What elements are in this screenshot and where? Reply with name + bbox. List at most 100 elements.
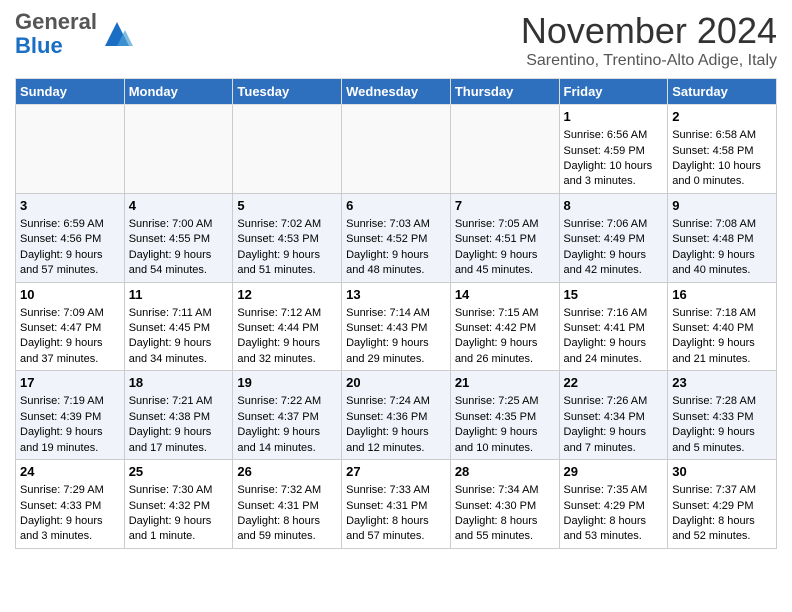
- day-info: Daylight: 9 hours and 32 minutes.: [237, 336, 337, 367]
- day-info: Daylight: 9 hours and 34 minutes.: [129, 336, 229, 367]
- day-info: Sunrise: 7:19 AM: [20, 394, 120, 409]
- day-number: 2: [672, 108, 772, 126]
- day-info: Sunset: 4:56 PM: [20, 232, 120, 247]
- day-info: Daylight: 9 hours and 51 minutes.: [237, 248, 337, 279]
- day-info: Sunset: 4:51 PM: [455, 232, 555, 247]
- week-row: 10Sunrise: 7:09 AMSunset: 4:47 PMDayligh…: [16, 282, 777, 371]
- day-number: 9: [672, 197, 772, 215]
- day-number: 17: [20, 374, 120, 392]
- day-info: Sunrise: 6:58 AM: [672, 128, 772, 143]
- day-number: 22: [564, 374, 664, 392]
- day-info: Sunset: 4:31 PM: [237, 499, 337, 514]
- day-number: 27: [346, 463, 446, 481]
- day-number: 26: [237, 463, 337, 481]
- col-header-friday: Friday: [559, 79, 668, 105]
- calendar-cell: 10Sunrise: 7:09 AMSunset: 4:47 PMDayligh…: [16, 282, 125, 371]
- day-number: 4: [129, 197, 229, 215]
- day-info: Daylight: 10 hours and 3 minutes.: [564, 159, 664, 190]
- day-info: Sunset: 4:42 PM: [455, 321, 555, 336]
- day-info: Daylight: 9 hours and 29 minutes.: [346, 336, 446, 367]
- day-info: Sunrise: 7:34 AM: [455, 483, 555, 498]
- day-number: 21: [455, 374, 555, 392]
- calendar-cell: 7Sunrise: 7:05 AMSunset: 4:51 PMDaylight…: [450, 193, 559, 282]
- calendar-cell: 8Sunrise: 7:06 AMSunset: 4:49 PMDaylight…: [559, 193, 668, 282]
- day-info: Daylight: 8 hours and 52 minutes.: [672, 514, 772, 545]
- day-info: Daylight: 9 hours and 37 minutes.: [20, 336, 120, 367]
- col-header-tuesday: Tuesday: [233, 79, 342, 105]
- day-info: Sunset: 4:43 PM: [346, 321, 446, 336]
- col-header-thursday: Thursday: [450, 79, 559, 105]
- day-info: Sunrise: 7:16 AM: [564, 306, 664, 321]
- day-number: 8: [564, 197, 664, 215]
- calendar-cell: 18Sunrise: 7:21 AMSunset: 4:38 PMDayligh…: [124, 371, 233, 460]
- week-row: 24Sunrise: 7:29 AMSunset: 4:33 PMDayligh…: [16, 460, 777, 549]
- day-info: Sunrise: 7:09 AM: [20, 306, 120, 321]
- day-info: Daylight: 9 hours and 21 minutes.: [672, 336, 772, 367]
- logo-text: General Blue: [15, 10, 97, 58]
- calendar-cell: 9Sunrise: 7:08 AMSunset: 4:48 PMDaylight…: [668, 193, 777, 282]
- day-info: Sunrise: 7:02 AM: [237, 217, 337, 232]
- day-info: Sunrise: 7:03 AM: [346, 217, 446, 232]
- day-number: 18: [129, 374, 229, 392]
- day-info: Sunrise: 7:15 AM: [455, 306, 555, 321]
- day-number: 29: [564, 463, 664, 481]
- day-info: Sunset: 4:39 PM: [20, 410, 120, 425]
- day-info: Sunrise: 7:14 AM: [346, 306, 446, 321]
- day-info: Daylight: 9 hours and 10 minutes.: [455, 425, 555, 456]
- day-number: 12: [237, 286, 337, 304]
- day-number: 3: [20, 197, 120, 215]
- logo: General Blue: [15, 10, 133, 58]
- calendar-table: SundayMondayTuesdayWednesdayThursdayFrid…: [15, 78, 777, 549]
- day-info: Sunset: 4:29 PM: [564, 499, 664, 514]
- day-info: Daylight: 9 hours and 24 minutes.: [564, 336, 664, 367]
- day-info: Daylight: 9 hours and 14 minutes.: [237, 425, 337, 456]
- calendar-cell: 13Sunrise: 7:14 AMSunset: 4:43 PMDayligh…: [342, 282, 451, 371]
- day-info: Sunset: 4:38 PM: [129, 410, 229, 425]
- day-info: Sunrise: 7:35 AM: [564, 483, 664, 498]
- day-info: Daylight: 9 hours and 42 minutes.: [564, 248, 664, 279]
- day-number: 28: [455, 463, 555, 481]
- calendar-cell: 15 Sunrise: 7:16 AMSunset: 4:41 PMDayligh…: [559, 282, 668, 371]
- day-number: 11: [129, 286, 229, 304]
- title-area: November 2024 Sarentino, Trentino-Alto A…: [521, 10, 777, 70]
- calendar-cell: 23Sunrise: 7:28 AMSunset: 4:33 PMDayligh…: [668, 371, 777, 460]
- calendar-cell: 26Sunrise: 7:32 AMSunset: 4:31 PMDayligh…: [233, 460, 342, 549]
- day-info: Daylight: 9 hours and 26 minutes.: [455, 336, 555, 367]
- day-info: Sunrise: 7:30 AM: [129, 483, 229, 498]
- calendar-cell: 5Sunrise: 7:02 AMSunset: 4:53 PMDaylight…: [233, 193, 342, 282]
- col-header-sunday: Sunday: [16, 79, 125, 105]
- day-info: Sunset: 4:59 PM: [564, 144, 664, 159]
- day-number: 14: [455, 286, 555, 304]
- calendar-cell: 27Sunrise: 7:33 AMSunset: 4:31 PMDayligh…: [342, 460, 451, 549]
- day-info: Sunrise: 7:32 AM: [237, 483, 337, 498]
- calendar-cell: 2Sunrise: 6:58 AMSunset: 4:58 PMDaylight…: [668, 105, 777, 194]
- day-info: Sunrise: 7:26 AM: [564, 394, 664, 409]
- day-number: 16: [672, 286, 772, 304]
- day-info: Sunrise: 7:06 AM: [564, 217, 664, 232]
- calendar-cell: 30Sunrise: 7:37 AMSunset: 4:29 PMDayligh…: [668, 460, 777, 549]
- day-info: Sunrise: 7:05 AM: [455, 217, 555, 232]
- day-number: 19: [237, 374, 337, 392]
- day-info: Daylight: 9 hours and 57 minutes.: [20, 248, 120, 279]
- day-info: Sunrise: 7:29 AM: [20, 483, 120, 498]
- calendar-cell: 19Sunrise: 7:22 AMSunset: 4:37 PMDayligh…: [233, 371, 342, 460]
- calendar-cell: 3Sunrise: 6:59 AMSunset: 4:56 PMDaylight…: [16, 193, 125, 282]
- day-info: Sunset: 4:44 PM: [237, 321, 337, 336]
- calendar-page: General Blue November 2024 Sarentino, Tr…: [0, 0, 792, 559]
- calendar-cell: 11Sunrise: 7:11 AMSunset: 4:45 PMDayligh…: [124, 282, 233, 371]
- calendar-cell: 1Sunrise: 6:56 AMSunset: 4:59 PMDaylight…: [559, 105, 668, 194]
- day-info: Daylight: 9 hours and 17 minutes.: [129, 425, 229, 456]
- col-header-saturday: Saturday: [668, 79, 777, 105]
- calendar-cell: 17Sunrise: 7:19 AMSunset: 4:39 PMDayligh…: [16, 371, 125, 460]
- day-info: Sunset: 4:32 PM: [129, 499, 229, 514]
- day-number: 15: [564, 286, 664, 304]
- logo-icon: [101, 18, 133, 50]
- day-info: Daylight: 8 hours and 53 minutes.: [564, 514, 664, 545]
- calendar-cell: 16Sunrise: 7:18 AMSunset: 4:40 PMDayligh…: [668, 282, 777, 371]
- calendar-cell: 25Sunrise: 7:30 AMSunset: 4:32 PMDayligh…: [124, 460, 233, 549]
- day-info: Sunset: 4:37 PM: [237, 410, 337, 425]
- day-info: Sunset: 4:41 PM: [564, 321, 664, 336]
- day-info: Sunrise: 7:28 AM: [672, 394, 772, 409]
- day-number: 7: [455, 197, 555, 215]
- day-info: Sunset: 4:31 PM: [346, 499, 446, 514]
